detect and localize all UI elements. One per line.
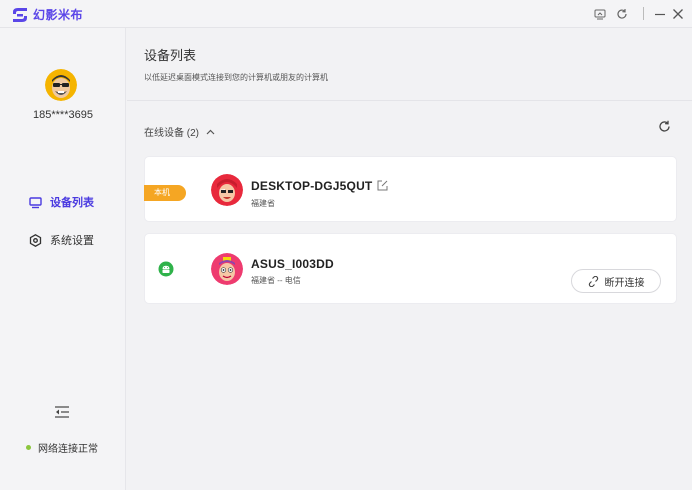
online-devices-label: 在线设备 (2)	[144, 128, 199, 139]
sidebar-item-device-list[interactable]: 设备列表	[29, 194, 94, 210]
local-device-badge: 本机	[144, 185, 186, 201]
close-icon[interactable]	[670, 6, 686, 22]
settings-icon	[29, 233, 42, 247]
screen-icon[interactable]	[592, 6, 608, 22]
unlink-icon	[588, 275, 598, 287]
page-subtitle: 以低延迟桌面模式连接到您的计算机或朋友的计算机	[144, 73, 328, 82]
user-phone: 185****3695	[33, 109, 93, 121]
device-card[interactable]: 本机 DESKTOP-DGJ5QUT 福建省	[144, 156, 677, 222]
chevron-up-icon	[206, 129, 215, 134]
user-avatar[interactable]	[45, 69, 77, 101]
app-logo: 幻影米布	[10, 6, 83, 23]
device-name: DESKTOP-DGJ5QUT	[251, 179, 373, 193]
minimize-icon[interactable]	[652, 6, 668, 22]
online-devices-toggle[interactable]: 在线设备 (2)	[144, 124, 215, 139]
refresh-devices-icon[interactable]	[658, 120, 671, 133]
device-location: 福建省	[251, 199, 275, 208]
status-dot	[26, 445, 31, 450]
app-name: 幻影米布	[33, 8, 84, 22]
device-name: ASUS_I003DD	[251, 257, 334, 271]
device-location: 福建省 -- 电信	[251, 276, 301, 285]
title-bar: 幻影米布	[0, 0, 692, 28]
sidebar-item-label: 系统设置	[50, 235, 94, 247]
logo-icon	[13, 7, 27, 22]
collapse-sidebar-icon[interactable]	[54, 406, 70, 418]
network-status-text: 网络连接正常	[38, 444, 98, 455]
sidebar-item-settings[interactable]: 系统设置	[29, 232, 94, 248]
device-card[interactable]: ASUS_I003DD 福建省 -- 电信 断开连接	[144, 233, 677, 304]
page-title: 设备列表	[144, 48, 197, 63]
sidebar: 185****3695 设备列表 系统设置 网络连接正常	[0, 28, 126, 490]
device-avatar	[211, 253, 243, 285]
refresh-icon[interactable]	[614, 6, 630, 22]
disconnect-button[interactable]: 断开连接	[571, 269, 661, 293]
edit-icon[interactable]	[377, 180, 388, 191]
android-icon	[158, 261, 174, 277]
sidebar-item-label: 设备列表	[50, 197, 94, 209]
network-status: 网络连接正常	[26, 440, 98, 455]
device-avatar	[211, 174, 243, 206]
header-divider	[127, 100, 692, 101]
main-content: 设备列表 以低延迟桌面模式连接到您的计算机或朋友的计算机 在线设备 (2) 本机…	[127, 28, 692, 490]
titlebar-divider	[643, 7, 644, 20]
monitor-icon	[29, 196, 42, 208]
disconnect-label: 断开连接	[604, 277, 645, 289]
